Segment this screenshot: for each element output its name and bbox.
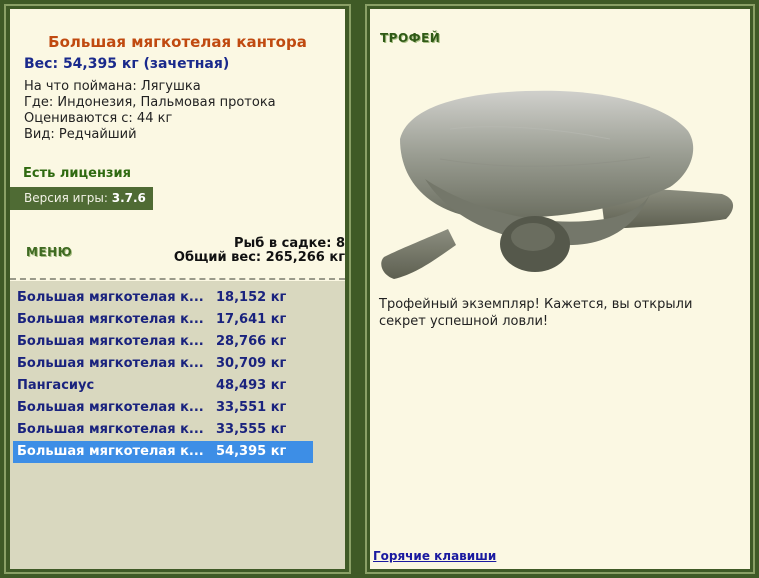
item-weight: 54,395 кг	[216, 444, 287, 459]
item-weight: 33,551 кг	[216, 400, 287, 415]
item-name: Большая мягкотелая к...	[17, 290, 204, 305]
divider	[10, 278, 345, 280]
list-item[interactable]: Пангасиус 48,493 кг	[13, 375, 313, 397]
fish-count: Рыб в садке: 8	[233, 236, 345, 251]
list-item[interactable]: Большая мягкотелая к... 33,551 кг	[13, 397, 313, 419]
version-label: Версия игры:	[24, 191, 108, 205]
version-badge: Версия игры: 3.7.6	[10, 187, 153, 210]
list-item[interactable]: Большая мягкотелая к... 18,152 кг	[13, 287, 313, 309]
rarity-info: Вид: Редчайший	[24, 127, 137, 142]
item-name: Большая мягкотелая к...	[17, 312, 204, 327]
catch-list: Большая мягкотелая к... 18,152 кг Больша…	[10, 281, 345, 569]
version-value: 3.7.6	[111, 191, 146, 205]
trophy-title: ТРОФЕЙ	[380, 31, 441, 45]
item-name: Пангасиус	[17, 378, 95, 393]
item-weight: 18,152 кг	[216, 290, 287, 305]
hotkeys-link[interactable]: Горячие клавиши	[373, 549, 496, 563]
item-name: Большая мягкотелая к...	[17, 356, 204, 371]
list-item[interactable]: Большая мягкотелая к... 17,641 кг	[13, 309, 313, 331]
total-weight: Общий вес: 265,266 кг	[173, 250, 345, 265]
license-status: Есть лицензия	[23, 166, 131, 181]
list-item[interactable]: Большая мягкотелая к... 30,709 кг	[13, 353, 313, 375]
item-weight: 28,766 кг	[216, 334, 287, 349]
item-weight: 48,493 кг	[216, 378, 287, 393]
trophy-panel: ТРОФЕЙ Трофейный экземпляр! Кажется, вы …	[370, 9, 750, 569]
location-info: Где: Индонезия, Пальмовая протока	[24, 95, 276, 110]
list-item[interactable]: Большая мягкотелая к... 33,555 кг	[13, 419, 313, 441]
fish-weight: Вес: 54,395 кг (зачетная)	[24, 56, 230, 72]
item-weight: 33,555 кг	[216, 422, 287, 437]
list-item[interactable]: Большая мягкотелая к... 28,766 кг	[13, 331, 313, 353]
valued-info: Оцениваются с: 44 кг	[24, 111, 173, 126]
menu-button[interactable]: МЕНЮ	[26, 245, 72, 259]
trophy-description: Трофейный экземпляр! Кажется, вы открыли…	[379, 297, 693, 329]
item-name: Большая мягкотелая к...	[17, 422, 204, 437]
catch-info-panel: Большая мягкотелая кантора Вес: 54,395 к…	[10, 9, 345, 569]
item-name: Большая мягкотелая к...	[17, 334, 204, 349]
item-weight: 17,641 кг	[216, 312, 287, 327]
list-item-selected[interactable]: Большая мягкотелая к... 54,395 кг	[13, 441, 313, 463]
item-weight: 30,709 кг	[216, 356, 287, 371]
item-name: Большая мягкотелая к...	[17, 400, 204, 415]
fish-title: Большая мягкотелая кантора	[48, 33, 307, 51]
item-name: Большая мягкотелая к...	[17, 444, 204, 459]
bait-info: На что поймана: Лягушка	[24, 79, 201, 94]
